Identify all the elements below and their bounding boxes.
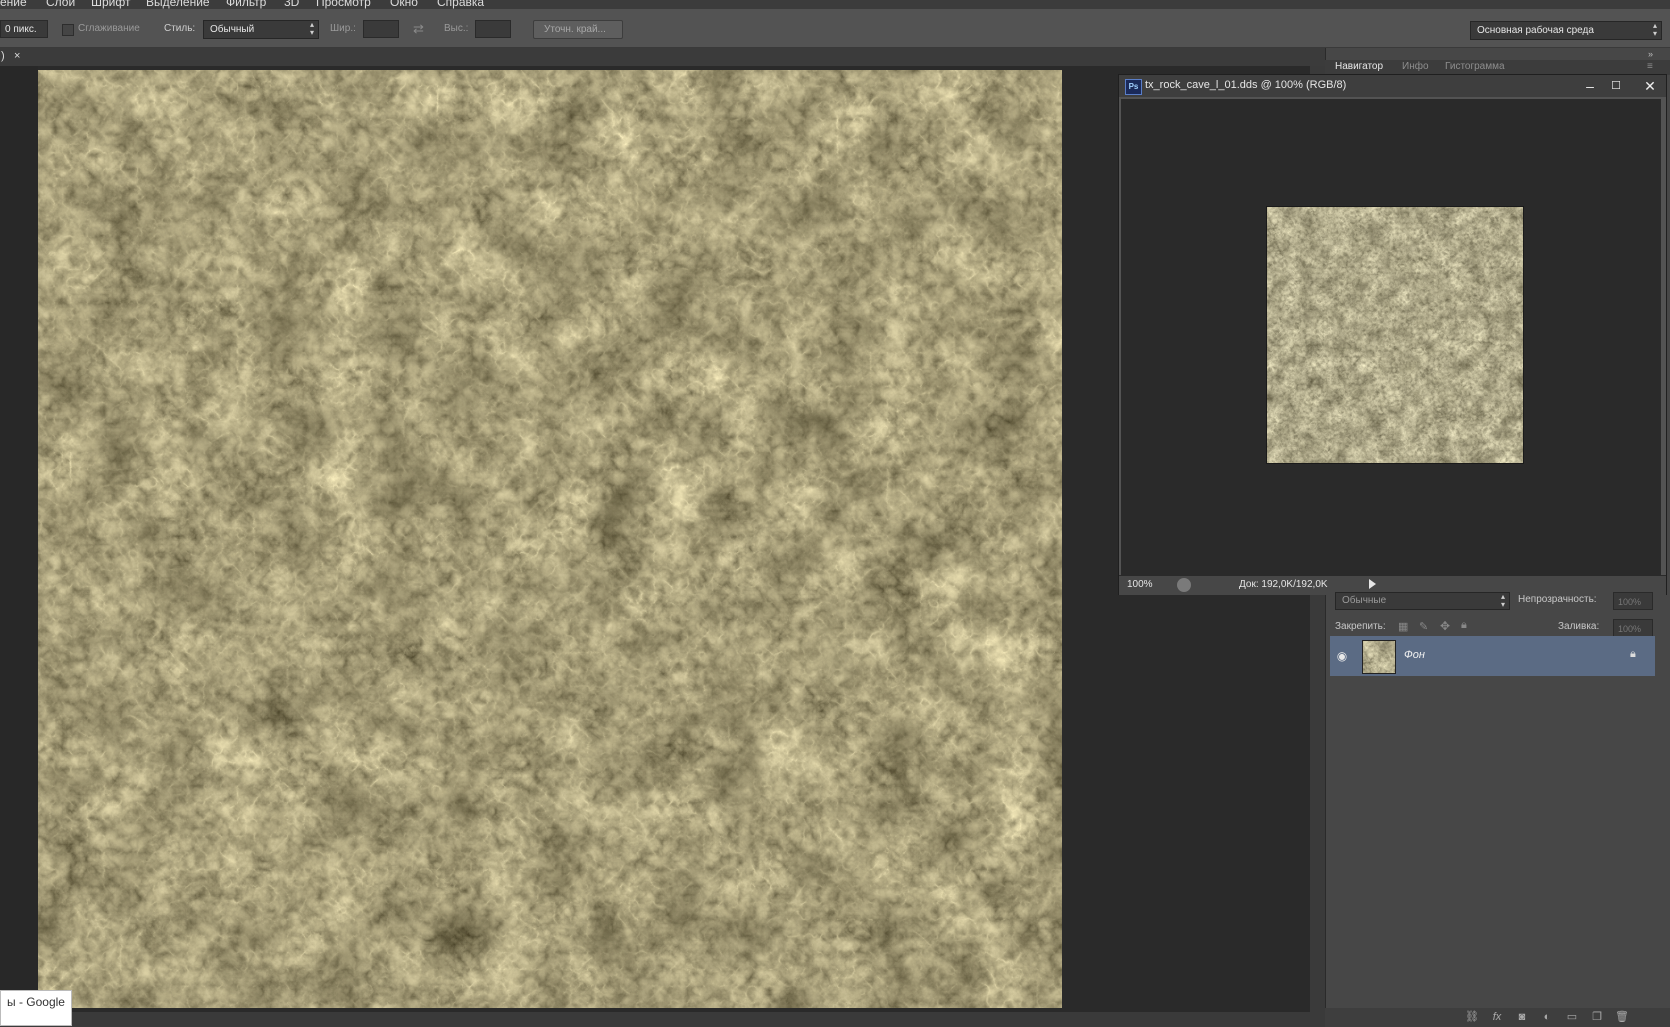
- height-label: Выс.:: [444, 23, 469, 34]
- panel-menu-icon[interactable]: ≡: [1647, 61, 1653, 72]
- menu-item-edit[interactable]: ение: [0, 0, 27, 9]
- trash-icon[interactable]: 🗑︎: [1615, 1011, 1629, 1024]
- new-layer-icon[interactable]: ❐: [1590, 1011, 1604, 1024]
- updown-arrows-icon: ▴ ▾: [1652, 21, 1657, 38]
- tab-navigator[interactable]: Навигатор: [1335, 61, 1383, 72]
- navigator-icon[interactable]: [1177, 578, 1191, 592]
- folder-icon[interactable]: ▭: [1565, 1011, 1579, 1024]
- mask-icon[interactable]: ◙: [1515, 1011, 1529, 1024]
- adjustment-icon[interactable]: ◐: [1540, 1011, 1554, 1024]
- taskbar-tooltip: ы - Google: [0, 990, 72, 1026]
- antialias-label: Сглаживание: [78, 23, 140, 34]
- lock-all-icon[interactable]: 🔒︎: [1461, 619, 1467, 632]
- document-tab-strip: ) ×: [0, 48, 1325, 66]
- canvas-left-margin: [0, 66, 38, 1012]
- blend-mode-select[interactable]: Обычные ▴ ▾: [1335, 592, 1510, 610]
- opacity-input[interactable]: 100%: [1613, 592, 1653, 610]
- updown-arrows-icon: ▴ ▾: [309, 20, 314, 37]
- menu-item-view[interactable]: Просмотр: [316, 0, 371, 9]
- minimize-icon[interactable]: –: [1579, 77, 1601, 95]
- width-input[interactable]: [363, 20, 399, 38]
- menu-item-help[interactable]: Справка: [437, 0, 484, 9]
- maximize-icon[interactable]: ☐: [1605, 77, 1627, 95]
- antialias-checkbox[interactable]: [62, 24, 74, 36]
- lock-transparent-pixels-icon[interactable]: ▦: [1398, 620, 1408, 633]
- status-menu-arrow-icon[interactable]: [1369, 579, 1376, 589]
- photoshop-logo-icon: Ps: [1125, 79, 1142, 95]
- layers-footer: ⛓ fx ◙ ◐ ▭ ❐ 🗑︎: [1325, 1008, 1670, 1027]
- workspace-select[interactable]: Основная рабочая среда ▴ ▾: [1470, 21, 1662, 40]
- visibility-eye-icon[interactable]: ◉: [1335, 649, 1349, 663]
- layer-row-background[interactable]: ◉ Фон 🔒︎: [1330, 636, 1655, 676]
- navigator-thumbnail[interactable]: [1266, 206, 1524, 464]
- fill-label: Заливка:: [1558, 621, 1600, 632]
- width-label: Шир.:: [330, 23, 356, 34]
- link-layers-icon[interactable]: ⛓: [1465, 1011, 1479, 1024]
- menu-item-type[interactable]: Шрифт: [91, 0, 130, 9]
- layer-name[interactable]: Фон: [1404, 649, 1425, 661]
- updown-arrows-icon: ▴ ▾: [1500, 592, 1505, 609]
- refine-edge-button[interactable]: Уточн. край...: [533, 20, 623, 39]
- layers-panel: Обычные ▴ ▾ Непрозрачность: 100% Закрепит…: [1330, 592, 1670, 1012]
- opacity-label: Непрозрачность:: [1518, 594, 1597, 605]
- close-icon[interactable]: ✕: [1639, 77, 1661, 95]
- menu-bar: ение Слои Шрифт Выделение Фильтр 3D Прос…: [0, 0, 1670, 9]
- panel-tab-bar: Навигатор Инфо Гистограмма ≡: [1325, 60, 1670, 75]
- menu-item-3d[interactable]: 3D: [284, 0, 299, 9]
- tab-histogram[interactable]: Гистограмма: [1445, 61, 1505, 72]
- style-select-value: Обычный: [210, 24, 255, 35]
- menu-item-select[interactable]: Выделение: [146, 0, 210, 9]
- menu-item-layers[interactable]: Слои: [46, 0, 75, 9]
- options-bar: 0 пикс. Сглаживание Стиль: Обычный ▴ ▾ Ши…: [0, 9, 1670, 48]
- window-title: tx_rock_cave_l_01.dds @ 100% (RGB/8): [1145, 79, 1347, 91]
- swap-icon[interactable]: ⇄: [413, 21, 424, 37]
- menu-item-filter[interactable]: Фильтр: [226, 0, 266, 9]
- document-canvas-image[interactable]: [38, 70, 1062, 1008]
- navigator-preview-area[interactable]: [1121, 99, 1661, 575]
- navigator-floating-window[interactable]: Ps tx_rock_cave_l_01.dds @ 100% (RGB/8) …: [1118, 74, 1667, 595]
- layer-lock-icon: 🔒︎: [1630, 648, 1636, 660]
- lock-label: Закрепить:: [1335, 621, 1386, 632]
- zoom-level[interactable]: 100%: [1127, 579, 1153, 590]
- tab-fragment: ): [1, 50, 5, 62]
- menu-item-window[interactable]: Окно: [390, 0, 418, 9]
- horizontal-scrollbar[interactable]: [0, 1012, 1325, 1027]
- tab-info[interactable]: Инфо: [1402, 61, 1429, 72]
- feather-input[interactable]: 0 пикс.: [0, 20, 48, 38]
- height-input[interactable]: [475, 20, 511, 38]
- document-size: Док: 192,0K/192,0K: [1239, 579, 1328, 590]
- fill-input[interactable]: 100%: [1613, 619, 1653, 637]
- workspace-select-value: Основная рабочая среда: [1477, 25, 1594, 36]
- collapse-panels-icon[interactable]: »: [1648, 49, 1653, 59]
- fx-icon[interactable]: fx: [1490, 1011, 1504, 1024]
- lock-position-icon[interactable]: ✥: [1440, 619, 1450, 633]
- blend-mode-value: Обычные: [1342, 595, 1387, 606]
- layer-thumbnail: [1362, 640, 1396, 674]
- style-select[interactable]: Обычный ▴ ▾: [203, 20, 319, 39]
- window-title-bar[interactable]: Ps tx_rock_cave_l_01.dds @ 100% (RGB/8) …: [1119, 75, 1666, 97]
- lock-image-pixels-icon[interactable]: ✎: [1419, 620, 1428, 633]
- style-label: Стиль:: [164, 23, 196, 34]
- tab-close-icon[interactable]: ×: [14, 50, 20, 62]
